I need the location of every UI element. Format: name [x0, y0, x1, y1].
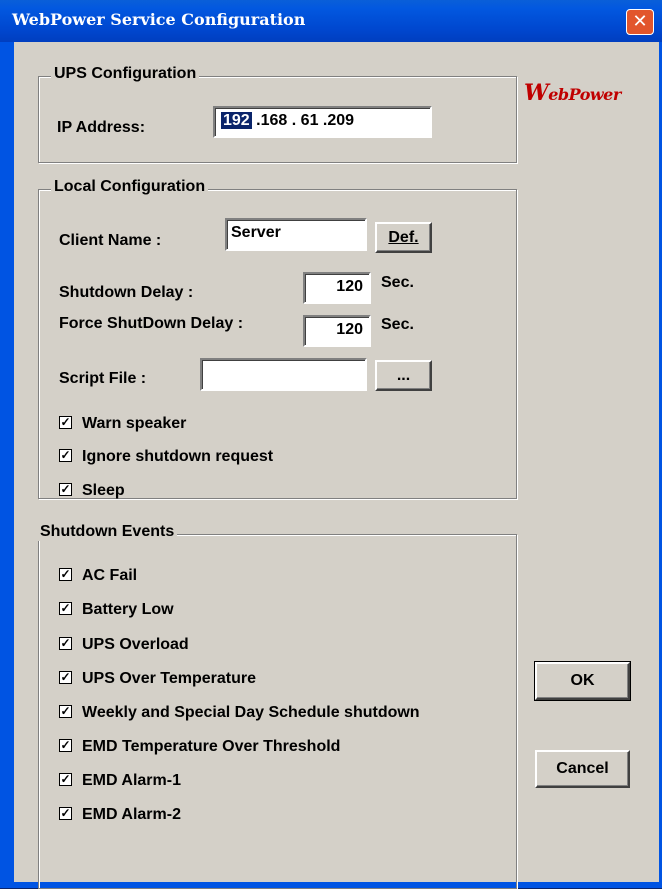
ignore-shutdown-request-checkbox[interactable]: Ignore shutdown request	[59, 448, 273, 466]
shutdown-delay-label: Shutdown Delay :	[59, 284, 194, 301]
ip-octet-1[interactable]: 192	[221, 112, 252, 129]
browse-button[interactable]: ...	[375, 360, 432, 391]
ip-address-label: IP Address:	[57, 119, 146, 136]
force-shutdown-delay-label: Force ShutDown Delay :	[59, 315, 244, 332]
local-configuration-group: Local Configuration Client Name : Server…	[38, 178, 517, 500]
script-file-label: Script File :	[59, 370, 147, 387]
event-checkbox-ups-over-temperature[interactable]: UPS Over Temperature	[59, 670, 256, 688]
close-icon[interactable]: ✕	[626, 9, 654, 35]
checkbox-checked-icon[interactable]	[59, 602, 72, 615]
event-checkbox-emd-temperature[interactable]: EMD Temperature Over Threshold	[59, 738, 340, 756]
checkbox-checked-icon[interactable]	[59, 449, 72, 462]
dialog-client: WebPower UPS Configuration IP Address: 1…	[14, 42, 659, 889]
checkbox-checked-icon[interactable]	[59, 671, 72, 684]
event-checkbox-emd-alarm-2[interactable]: EMD Alarm-2	[59, 806, 181, 824]
event-checkbox-emd-alarm-1[interactable]: EMD Alarm-1	[59, 772, 181, 790]
script-file-field[interactable]	[200, 358, 367, 391]
force-shutdown-delay-field[interactable]: 120	[303, 315, 371, 347]
client-name-field[interactable]: Server	[225, 218, 367, 251]
checkbox-checked-icon[interactable]	[59, 483, 72, 496]
event-checkbox-battery-low[interactable]: Battery Low	[59, 601, 174, 619]
shutdown-events-group: Shutdown Events AC Fail Battery Low UPS …	[37, 523, 517, 889]
ip-octet-2[interactable]: 168	[261, 112, 288, 129]
checkbox-checked-icon[interactable]	[59, 773, 72, 786]
checkbox-checked-icon[interactable]	[59, 739, 72, 752]
checkbox-checked-icon[interactable]	[59, 807, 72, 820]
client-name-label: Client Name :	[59, 232, 162, 249]
ok-button[interactable]: OK	[534, 661, 631, 701]
event-checkbox-ups-overload[interactable]: UPS Overload	[59, 636, 189, 654]
event-checkbox-ac-fail[interactable]: AC Fail	[59, 567, 137, 585]
force-shutdown-delay-unit: Sec.	[381, 316, 414, 333]
checkbox-checked-icon[interactable]	[59, 416, 72, 429]
local-configuration-title: Local Configuration	[51, 178, 209, 196]
ip-octet-4[interactable]: 209	[327, 112, 354, 129]
ip-octet-3[interactable]: 61	[301, 112, 319, 129]
sleep-checkbox[interactable]: Sleep	[59, 482, 125, 500]
ups-configuration-title: UPS Configuration	[51, 65, 200, 83]
shutdown-delay-unit: Sec.	[381, 274, 414, 291]
checkbox-checked-icon[interactable]	[59, 637, 72, 650]
checkbox-checked-icon[interactable]	[59, 568, 72, 581]
checkbox-checked-icon[interactable]	[59, 705, 72, 718]
ups-configuration-group: UPS Configuration IP Address: 192 .168 .…	[38, 65, 517, 163]
warn-speaker-checkbox[interactable]: Warn speaker	[59, 415, 186, 433]
title-bar[interactable]: WebPower Service Configuration ✕	[0, 0, 662, 42]
cancel-button[interactable]: Cancel	[535, 750, 630, 788]
window-title: WebPower Service Configuration	[12, 10, 306, 29]
def-button[interactable]: Def.	[375, 222, 432, 253]
shutdown-delay-field[interactable]: 120	[303, 272, 371, 304]
shutdown-events-title: Shutdown Events	[37, 523, 178, 541]
webpower-logo: WebPower	[524, 80, 621, 106]
event-checkbox-weekly-schedule[interactable]: Weekly and Special Day Schedule shutdown	[59, 704, 420, 722]
ip-address-field[interactable]: 192 .168 . 61 .209	[213, 106, 432, 138]
